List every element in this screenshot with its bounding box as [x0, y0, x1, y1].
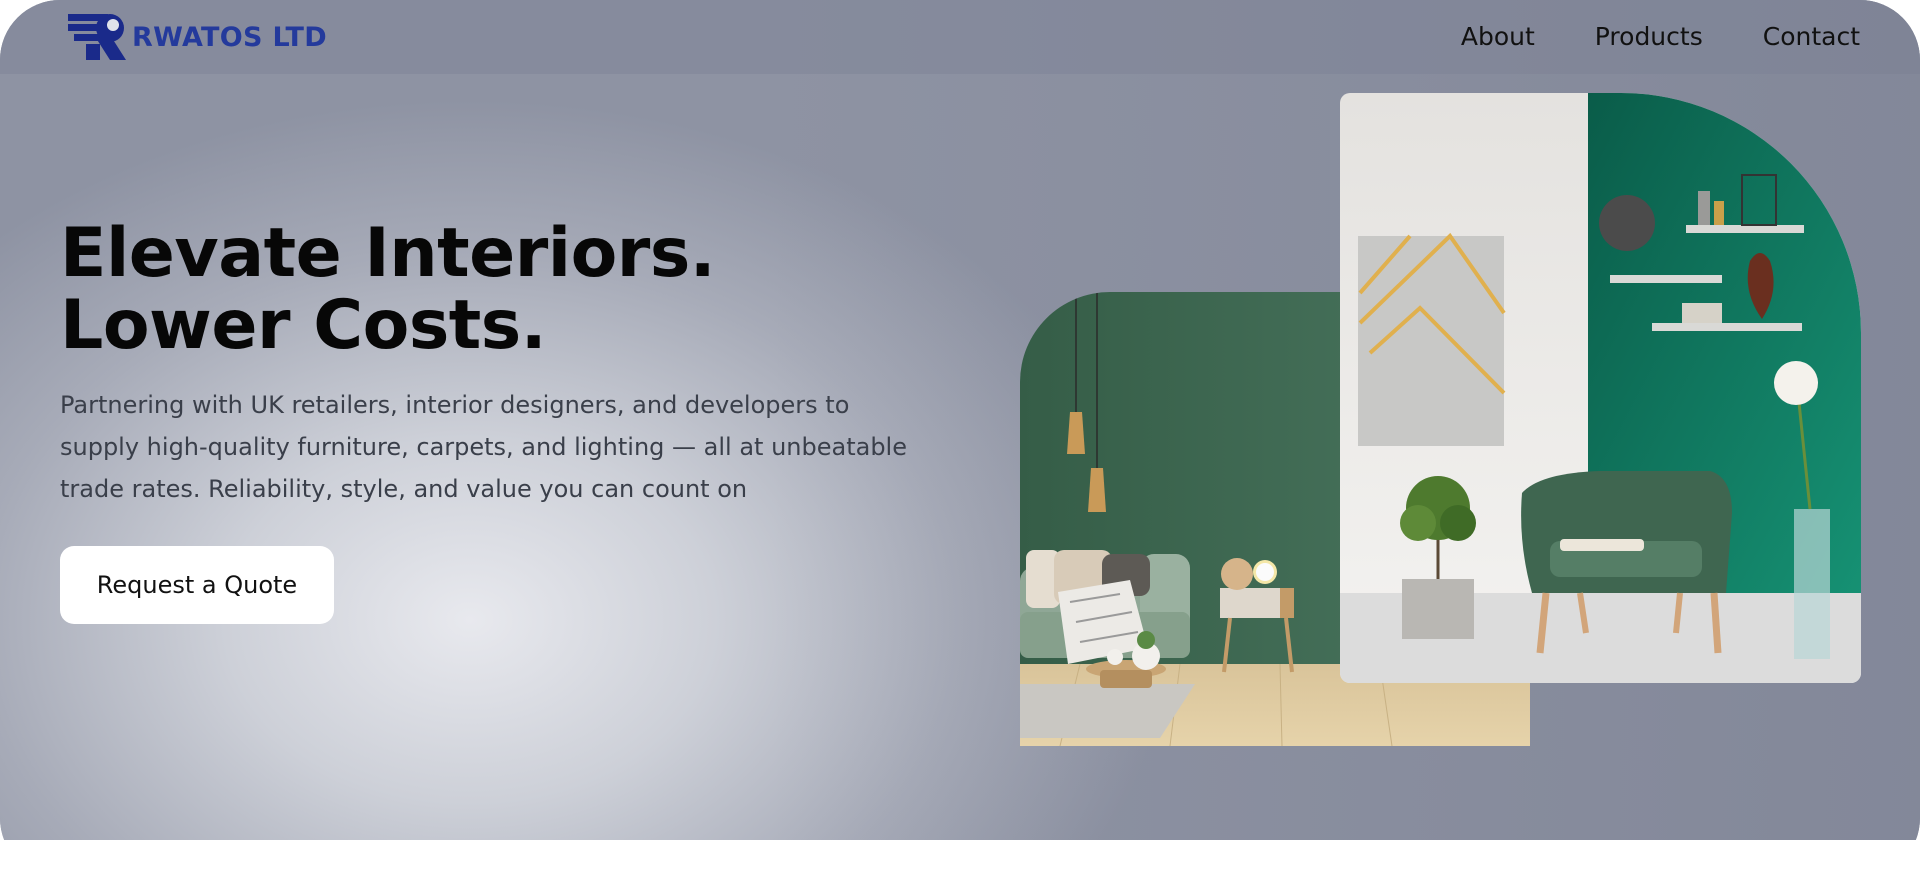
page: RWATOS LTD About Products Contact Elevat…: [0, 0, 1920, 878]
nav-item-about[interactable]: About: [1461, 22, 1535, 51]
nav-item-contact[interactable]: Contact: [1763, 22, 1860, 51]
hero-section: RWATOS LTD About Products Contact Elevat…: [0, 0, 1920, 840]
brand-name: RWATOS LTD: [132, 21, 327, 53]
armchair-image: [1340, 93, 1861, 683]
main-nav: About Products Contact: [1461, 22, 1860, 51]
navbar: RWATOS LTD About Products Contact: [0, 0, 1920, 74]
rwatos-logo-icon: [68, 14, 126, 60]
nav-item-products[interactable]: Products: [1595, 22, 1703, 51]
armchair-illustration: [1340, 93, 1861, 683]
hero-headline: Elevate Interiors. Lower Costs.: [60, 214, 716, 365]
request-quote-button[interactable]: Request a Quote: [60, 546, 334, 624]
hero-subtext: Partnering with UK retailers, interior d…: [60, 391, 907, 503]
brand-link[interactable]: RWATOS LTD: [66, 12, 327, 62]
page-bottom-strip: [0, 840, 1920, 878]
